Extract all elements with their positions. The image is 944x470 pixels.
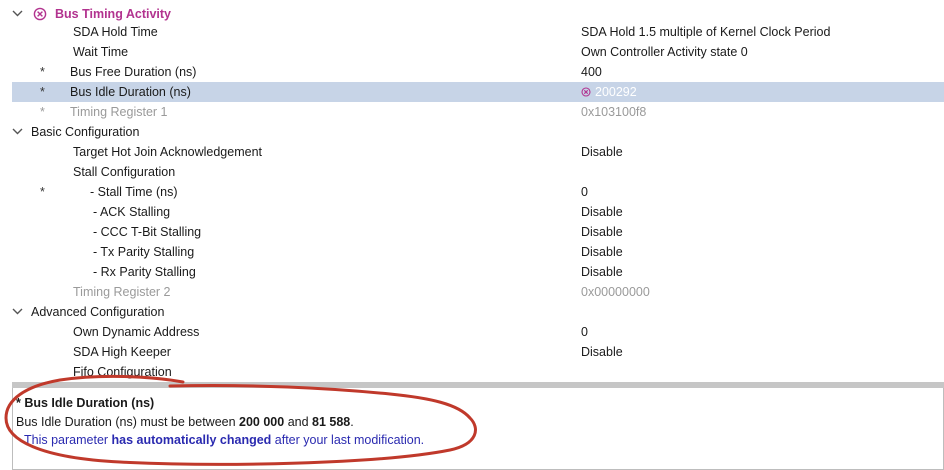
param-row-tx-parity-stalling[interactable]: - Tx Parity Stalling Disable: [0, 242, 944, 262]
param-label: Bus Free Duration (ns): [70, 65, 197, 79]
param-value-error[interactable]: 200292: [581, 82, 637, 102]
error-icon: [33, 7, 47, 21]
param-label: - ACK Stalling: [93, 205, 171, 219]
group-title: Advanced Configuration: [31, 305, 165, 319]
param-value: 0x103100f8: [581, 105, 647, 119]
description-title: * Bus Idle Duration (ns): [16, 396, 155, 410]
param-value[interactable]: SDA Hold 1.5 multiple of Kernel Clock Pe…: [581, 22, 830, 42]
param-row-bus-free-duration[interactable]: * Bus Free Duration (ns) 400: [0, 62, 944, 82]
param-label: - Stall Time (ns): [90, 185, 178, 199]
group-title: Basic Configuration: [31, 125, 140, 139]
param-value[interactable]: Disable: [581, 342, 623, 362]
chevron-down-icon[interactable]: [11, 122, 25, 142]
param-row-target-hot-join[interactable]: Target Hot Join Acknowledgement Disable: [0, 142, 944, 162]
param-row-sda-hold-time[interactable]: SDA Hold Time SDA Hold 1.5 multiple of K…: [0, 22, 944, 42]
parameter-tree: Bus Timing Activity SDA Hold Time SDA Ho…: [0, 0, 944, 382]
param-label: Stall Configuration: [73, 165, 176, 179]
chevron-down-icon[interactable]: [11, 302, 25, 322]
param-value[interactable]: 0: [581, 182, 588, 202]
param-value[interactable]: 400: [581, 62, 602, 82]
group-bus-timing[interactable]: Bus Timing Activity: [0, 4, 944, 24]
description-panel: * Bus Idle Duration (ns) Bus Idle Durati…: [12, 388, 944, 470]
required-marker: *: [40, 105, 45, 119]
param-row-stall-configuration[interactable]: Stall Configuration: [0, 162, 944, 182]
required-marker: *: [40, 65, 45, 79]
param-value[interactable]: Disable: [581, 142, 623, 162]
constraint-text: and: [284, 415, 313, 429]
param-label: - CCC T-Bit Stalling: [93, 225, 202, 239]
param-value[interactable]: Disable: [581, 222, 623, 242]
param-label: Wait Time: [73, 45, 129, 59]
chevron-down-icon[interactable]: [11, 4, 25, 24]
param-row-timing-register-2: Timing Register 2 0x00000000: [0, 282, 944, 302]
param-label: Timing Register 1: [70, 105, 168, 119]
param-row-ack-stalling[interactable]: - ACK Stalling Disable: [0, 202, 944, 222]
param-label: - Tx Parity Stalling: [93, 245, 195, 259]
param-row-fifo-configuration[interactable]: Fifo Configuration: [0, 362, 944, 382]
param-value: 0x00000000: [581, 285, 650, 299]
param-label: SDA High Keeper: [73, 345, 171, 359]
group-advanced-configuration[interactable]: Advanced Configuration: [0, 302, 944, 322]
note-text: after your last modification.: [271, 433, 425, 447]
param-row-ccc-tbit-stalling[interactable]: - CCC T-Bit Stalling Disable: [0, 222, 944, 242]
description-note: This parameter has automatically changed…: [24, 433, 424, 447]
param-value-text: 200292: [595, 85, 637, 99]
param-row-rx-parity-stalling[interactable]: - Rx Parity Stalling Disable: [0, 262, 944, 282]
param-row-bus-idle-duration[interactable]: * Bus Idle Duration (ns) 200292: [0, 82, 944, 102]
param-value[interactable]: Own Controller Activity state 0: [581, 42, 748, 62]
required-marker: *: [40, 85, 45, 99]
note-emphasis: has automatically changed: [111, 433, 272, 447]
param-row-own-dynamic-address[interactable]: Own Dynamic Address 0: [0, 322, 944, 342]
param-row-stall-time[interactable]: * - Stall Time (ns) 0: [0, 182, 944, 202]
param-value[interactable]: Disable: [581, 262, 623, 282]
error-icon: [581, 87, 591, 97]
param-row-timing-register-1: * Timing Register 1 0x103100f8: [0, 102, 944, 122]
param-value[interactable]: 0: [581, 322, 588, 342]
param-label: - Rx Parity Stalling: [93, 265, 196, 279]
constraint-text: .: [350, 415, 354, 429]
constraint-min: 200 000: [239, 415, 285, 429]
param-value[interactable]: Disable: [581, 202, 623, 222]
required-marker: *: [40, 185, 45, 199]
param-label: Own Dynamic Address: [73, 325, 200, 339]
param-row-sda-high-keeper[interactable]: SDA High Keeper Disable: [0, 342, 944, 362]
constraint-text: Bus Idle Duration (ns) must be between: [16, 415, 240, 429]
configuration-panel: Bus Timing Activity SDA Hold Time SDA Ho…: [0, 0, 944, 470]
param-label: Timing Register 2: [73, 285, 171, 299]
param-value[interactable]: Disable: [581, 242, 623, 262]
param-label: Fifo Configuration: [73, 365, 172, 379]
param-label: Target Hot Join Acknowledgement: [73, 145, 262, 159]
note-text: This parameter: [24, 433, 112, 447]
param-label: Bus Idle Duration (ns): [70, 85, 191, 99]
group-title: Bus Timing Activity: [55, 7, 171, 21]
group-basic-configuration[interactable]: Basic Configuration: [0, 122, 944, 142]
param-label: SDA Hold Time: [73, 25, 158, 39]
constraint-max: 81 588: [312, 415, 351, 429]
param-row-wait-time[interactable]: Wait Time Own Controller Activity state …: [0, 42, 944, 62]
description-constraint: Bus Idle Duration (ns) must be between 2…: [16, 415, 354, 429]
